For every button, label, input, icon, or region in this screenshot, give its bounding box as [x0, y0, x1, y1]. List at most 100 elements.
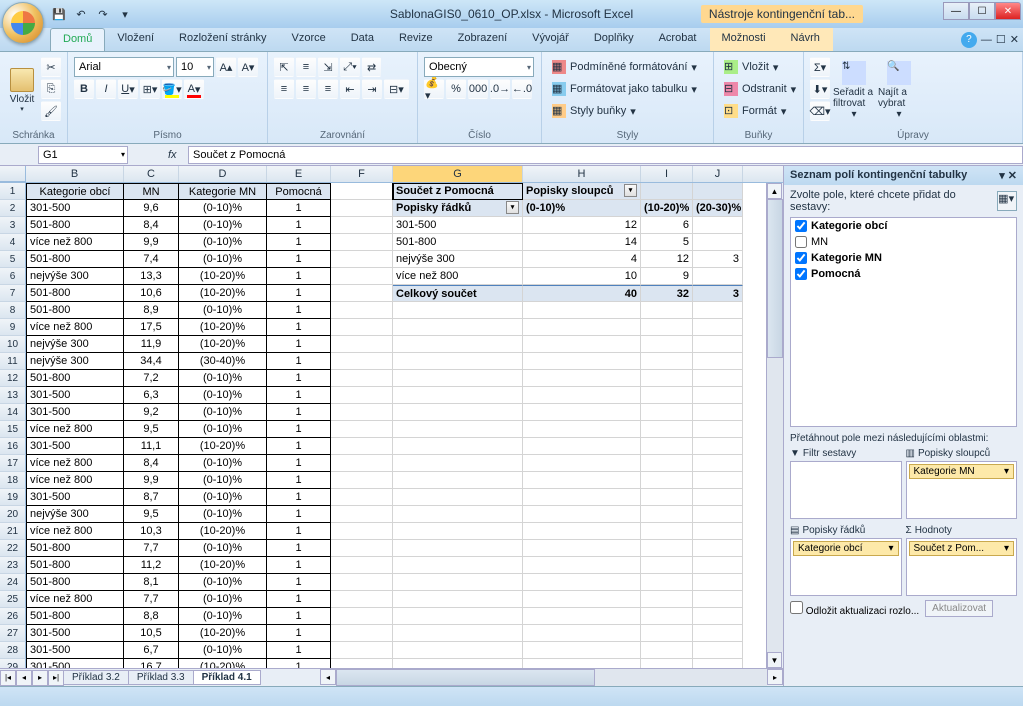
scroll-right-icon[interactable]: ▸	[767, 669, 783, 685]
cell[interactable]	[641, 472, 693, 489]
comma-icon[interactable]: 000	[468, 79, 488, 99]
pivot-val[interactable]: 10	[523, 268, 641, 285]
tab-vzorce[interactable]: Vzorce	[279, 28, 338, 51]
cell[interactable]	[523, 540, 641, 557]
conditional-formatting-button[interactable]: ▦Podmíněné formátování ▾	[548, 57, 701, 77]
cell[interactable]	[693, 489, 743, 506]
cell[interactable]	[331, 251, 393, 268]
font-color-button[interactable]: A▾	[184, 79, 204, 99]
field-chip[interactable]: Součet z Pom...▾	[909, 541, 1015, 556]
field-chip[interactable]: Kategorie MN▾	[909, 464, 1015, 479]
data-cell[interactable]: 11,2	[124, 557, 179, 574]
field-item[interactable]: MN	[791, 234, 1016, 250]
pivot-row[interactable]: nejvýše 300	[393, 251, 523, 268]
row-header[interactable]: 14	[0, 404, 26, 421]
data-cell[interactable]: (0-10)%	[179, 217, 267, 234]
field-checkbox[interactable]	[795, 236, 807, 248]
cell[interactable]	[693, 625, 743, 642]
cell[interactable]	[693, 591, 743, 608]
cell[interactable]	[523, 421, 641, 438]
row-header[interactable]: 1	[0, 183, 26, 200]
pivot-col-header[interactable]: (20-30)%	[693, 200, 743, 217]
pivot-val[interactable]	[693, 234, 743, 251]
cell[interactable]	[331, 404, 393, 421]
cell[interactable]	[393, 319, 523, 336]
data-cell[interactable]: 7,4	[124, 251, 179, 268]
tab-návrh[interactable]: Návrh	[779, 28, 833, 51]
cell[interactable]	[331, 234, 393, 251]
cell[interactable]	[693, 387, 743, 404]
data-cell[interactable]: 1	[267, 506, 331, 523]
format-cells-button[interactable]: ⊡Formát ▾	[720, 101, 800, 121]
data-cell[interactable]: 301-500	[26, 625, 124, 642]
data-cell[interactable]: 8,9	[124, 302, 179, 319]
pivot-val[interactable]: 14	[523, 234, 641, 251]
cell[interactable]	[393, 336, 523, 353]
row-header[interactable]: 26	[0, 608, 26, 625]
minimize-ribbon-icon[interactable]: —	[981, 34, 992, 46]
data-cell[interactable]: 10,6	[124, 285, 179, 302]
data-cell[interactable]: 301-500	[26, 404, 124, 421]
pivot-total[interactable]: 3	[693, 285, 743, 302]
tab-vývojář[interactable]: Vývojář	[520, 28, 582, 51]
data-cell[interactable]: (0-10)%	[179, 370, 267, 387]
data-cell[interactable]: (0-10)%	[179, 200, 267, 217]
align-center-icon[interactable]: ≡	[296, 79, 316, 99]
cell[interactable]	[331, 200, 393, 217]
data-cell[interactable]: (10-20)%	[179, 336, 267, 353]
pivot-row[interactable]: 501-800	[393, 234, 523, 251]
cell[interactable]	[641, 625, 693, 642]
data-cell[interactable]: 9,5	[124, 421, 179, 438]
row-header[interactable]: 4	[0, 234, 26, 251]
cell[interactable]	[693, 353, 743, 370]
select-all-corner[interactable]	[0, 166, 26, 182]
tab-domů[interactable]: Domů	[50, 28, 105, 51]
cell[interactable]	[641, 455, 693, 472]
save-icon[interactable]: 💾	[50, 5, 68, 23]
first-sheet-icon[interactable]: |◂	[0, 670, 16, 686]
cell[interactable]	[641, 438, 693, 455]
data-cell[interactable]: 9,9	[124, 472, 179, 489]
field-checkbox[interactable]	[795, 220, 807, 232]
cell[interactable]	[641, 642, 693, 659]
row-header[interactable]: 3	[0, 217, 26, 234]
cell[interactable]	[693, 540, 743, 557]
pivot-col-header[interactable]: (10-20)%	[641, 200, 693, 217]
last-sheet-icon[interactable]: ▸|	[48, 670, 64, 686]
scroll-down-icon[interactable]: ▼	[767, 652, 782, 668]
cell[interactable]	[641, 302, 693, 319]
cell[interactable]	[331, 285, 393, 302]
data-cell[interactable]: 7,2	[124, 370, 179, 387]
tab-data[interactable]: Data	[339, 28, 387, 51]
data-cell[interactable]: (0-10)%	[179, 574, 267, 591]
data-cell[interactable]: 301-500	[26, 642, 124, 659]
data-cell[interactable]: 1	[267, 302, 331, 319]
cell[interactable]	[393, 353, 523, 370]
data-cell[interactable]: (0-10)%	[179, 234, 267, 251]
cell[interactable]	[331, 217, 393, 234]
pivot-total[interactable]: 32	[641, 285, 693, 302]
cell[interactable]	[693, 404, 743, 421]
cell[interactable]	[523, 557, 641, 574]
pivot-col-header[interactable]: (0-10)%	[523, 200, 641, 217]
data-cell[interactable]: 1	[267, 285, 331, 302]
data-cell[interactable]: 8,4	[124, 217, 179, 234]
data-cell[interactable]: 501-800	[26, 370, 124, 387]
layout-button[interactable]: ▦▾	[997, 191, 1017, 211]
bold-button[interactable]: B	[74, 79, 94, 99]
tab-doplňky[interactable]: Doplňky	[582, 28, 647, 51]
field-item[interactable]: Kategorie obcí	[791, 218, 1016, 234]
cell[interactable]	[523, 506, 641, 523]
data-cell[interactable]: (0-10)%	[179, 506, 267, 523]
data-cell[interactable]: 1	[267, 387, 331, 404]
data-cell[interactable]: 9,9	[124, 234, 179, 251]
row-header[interactable]: 25	[0, 591, 26, 608]
data-cell[interactable]: (0-10)%	[179, 251, 267, 268]
cell[interactable]	[693, 523, 743, 540]
cell[interactable]	[331, 608, 393, 625]
cell[interactable]	[641, 591, 693, 608]
data-cell[interactable]: 501-800	[26, 540, 124, 557]
data-cell[interactable]: více než 800	[26, 455, 124, 472]
row-header[interactable]: 9	[0, 319, 26, 336]
cell[interactable]	[641, 421, 693, 438]
